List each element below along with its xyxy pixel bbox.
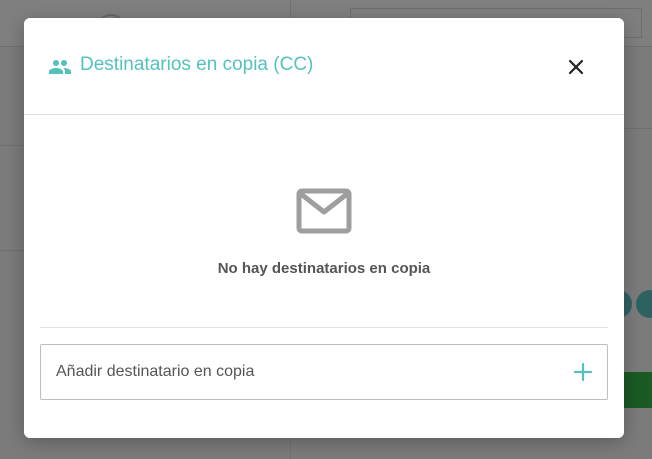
close-button[interactable] [562,53,590,81]
close-icon [568,59,584,75]
plus-icon [574,363,592,381]
add-recipient-button[interactable] [571,360,595,384]
mail-icon [296,188,352,234]
add-recipient-field [40,344,608,400]
empty-state-message: No hay destinatarios en copia [217,260,431,277]
dialog-title: Destinatarios en copia (CC) [80,54,314,75]
add-recipient-input[interactable] [56,345,556,399]
dialog-header: Destinatarios en copia (CC) [24,18,624,115]
people-icon [48,55,72,79]
separator [40,327,608,328]
cc-recipients-dialog: Destinatarios en copia (CC) No hay desti… [24,18,624,438]
